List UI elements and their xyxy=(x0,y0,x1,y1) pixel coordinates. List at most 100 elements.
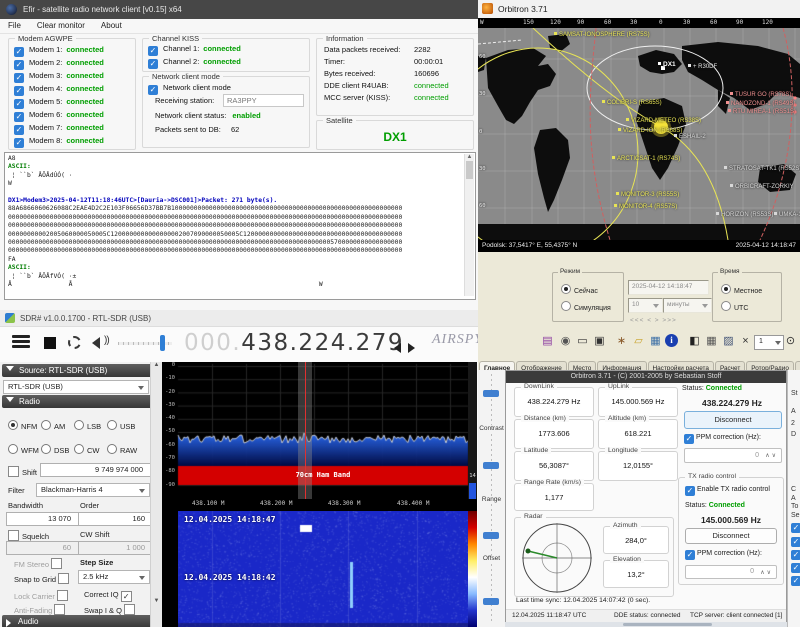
mode-radio[interactable]: WFM xyxy=(8,444,41,455)
horizontal-scrollbar[interactable] xyxy=(505,622,800,627)
frequency-step-arrows[interactable] xyxy=(394,340,415,358)
tx-disconnect-button[interactable]: Disconnect xyxy=(685,528,777,544)
bandwidth-value[interactable]: 13 070▴▾ xyxy=(6,512,86,526)
toolbar-icon[interactable]: ∗ xyxy=(614,334,629,349)
squelch-value[interactable]: 60▴▾ xyxy=(6,541,86,555)
checkbox-checked[interactable]: ✓ xyxy=(791,523,800,533)
checkbox-checked[interactable]: ✓ xyxy=(791,550,800,560)
shift-checkbox[interactable]: Shift xyxy=(8,466,37,477)
tx-ppm-spinner[interactable]: 0∧∨ xyxy=(685,565,777,579)
sdr-titlebar[interactable]: SDR# v1.0.0.1700 - RTL-SDR (USB) xyxy=(0,310,478,327)
satellite-label[interactable]: RTU MIREA-1 (RS51S) xyxy=(728,109,796,115)
toolbar-icon[interactable]: ▦ xyxy=(648,334,663,349)
time-nav-buttons[interactable]: <<< < > >>> xyxy=(630,317,677,324)
panel-scrollbar[interactable]: ▲▼ xyxy=(150,362,162,627)
toolbar-icon[interactable]: i xyxy=(665,334,678,347)
satellite-label[interactable]: STRATOSAT-TK1 (RS52S) xyxy=(724,166,800,172)
mode-radio[interactable]: CW xyxy=(74,444,107,455)
radio-simulation[interactable]: Симуляция xyxy=(561,301,611,312)
spectrum-display[interactable]: 0-10-20-30-40-50-60-70-80-90 70cm Ham Ba… xyxy=(162,362,477,511)
satellite-label[interactable]: ESHAIL-2 xyxy=(674,134,706,140)
menu-item[interactable]: Clear monitor xyxy=(29,19,93,30)
audio-section-header[interactable]: Audio xyxy=(2,615,152,627)
radio-section-header[interactable]: Radio xyxy=(2,395,152,408)
satellite-label[interactable]: COLIBRI-S (RS65S) xyxy=(602,100,662,106)
source-select[interactable]: RTL-SDR (USB) xyxy=(3,380,149,394)
mode-radio[interactable]: USB xyxy=(107,420,140,431)
mode-radio[interactable]: NFM xyxy=(8,420,41,431)
correct-iq-checkbox[interactable]: Correct IQ ✓ xyxy=(84,590,135,602)
lock-carrier-checkbox[interactable]: Lock Carrier xyxy=(14,590,71,601)
checkbox-checked[interactable]: ✓ xyxy=(791,576,800,586)
order-value[interactable]: 160▴▾ xyxy=(78,512,160,526)
radio-local-time[interactable]: Местное xyxy=(721,284,762,295)
tx-ppm-checkbox[interactable]: ✓ PPM correction (Hz): xyxy=(685,550,762,560)
frequency-display[interactable]: 000.438.224.279 xyxy=(184,330,404,356)
slider-handle[interactable] xyxy=(483,462,499,469)
mode-radio[interactable]: LSB xyxy=(74,420,107,431)
mode-radio[interactable]: DSB xyxy=(41,444,74,455)
satellite-label[interactable]: SAMSAT-IONOSPHERE (RS75S) xyxy=(554,32,650,38)
snap-to-grid-checkbox[interactable]: Snap to Grid xyxy=(14,573,72,584)
checkbox-checked[interactable]: ✓ xyxy=(148,59,158,69)
volume-slider-thumb[interactable] xyxy=(160,335,165,351)
radio-now[interactable]: Сейчас xyxy=(561,284,598,295)
satellite-label[interactable]: TUSUR GO (RS78S) xyxy=(730,92,791,98)
satellite-label[interactable]: MONITOR-4 (RS57S) xyxy=(614,204,677,210)
satellite-label[interactable]: DX1 xyxy=(658,61,676,68)
toolbar-icon[interactable]: ▤ xyxy=(540,334,555,349)
menu-item[interactable]: File xyxy=(0,19,29,30)
satellite-label[interactable]: + R30DF xyxy=(688,64,717,70)
satellite-label[interactable]: ORBICRAFT-ZORKIY xyxy=(730,184,794,190)
waterfall-display[interactable]: 12.04.2025 14:18:47 12.04.2025 14:18:42 xyxy=(162,511,477,627)
receiving-station-input[interactable]: RA3PPY xyxy=(223,94,304,107)
fm-stereo-checkbox[interactable]: FM Stereo xyxy=(14,558,65,569)
toolbar-icon[interactable]: ▨ xyxy=(721,334,736,349)
checkbox-checked[interactable]: ✓ xyxy=(791,537,800,547)
radio-utc[interactable]: UTC xyxy=(721,301,748,312)
toolbar-icon[interactable]: ▦ xyxy=(704,334,719,349)
checkbox-checked[interactable]: ✓ xyxy=(14,138,24,148)
satellite-label[interactable]: MONITOR-3 (RS55S) xyxy=(616,192,679,198)
tx-enable-checkbox[interactable]: ✓ Enable TX radio control xyxy=(685,486,770,496)
toolbar-icon[interactable]: ▣ xyxy=(592,334,607,349)
rotor-titlebar[interactable]: Orbitron 3.71 - (C) 2001-2005 by Sebasti… xyxy=(506,371,786,383)
swap-iq-checkbox[interactable]: Swap I & Q xyxy=(84,604,138,615)
rx-ppm-checkbox[interactable]: ✓ PPM correction (Hz): xyxy=(684,434,761,444)
source-section-header[interactable]: Source: RTL-SDR (USB) xyxy=(2,364,152,377)
shift-value[interactable]: 9 749 974 000▴▾ xyxy=(40,463,158,477)
waterfall-gradient-bar[interactable] xyxy=(468,511,477,627)
satellite-label[interactable]: UMKA-1 (RS40S) xyxy=(774,212,800,218)
checkbox-checked[interactable]: ✓ xyxy=(148,85,158,95)
slider-handle[interactable] xyxy=(483,532,499,539)
step-size-select[interactable]: 2.5 kHz xyxy=(78,570,150,584)
speaker-icon[interactable] xyxy=(92,337,100,349)
datetime-field[interactable]: 2025-04-12 14:18:47 xyxy=(628,280,709,295)
efir-titlebar[interactable]: Efir - satellite radio network client [v… xyxy=(0,0,478,19)
toolbar-icon[interactable]: ▭ xyxy=(575,334,590,349)
map-zoom-select[interactable]: 1 xyxy=(754,335,784,350)
rx-disconnect-button[interactable]: Disconnect xyxy=(684,411,782,429)
step-unit-select[interactable]: минуты xyxy=(663,298,712,313)
menu-icon[interactable] xyxy=(12,335,30,349)
menu-item[interactable]: About xyxy=(93,19,130,30)
satellite-label[interactable]: VIZARD-METEO (RS38S) xyxy=(626,118,701,124)
rx-ppm-spinner[interactable]: 0∧∨ xyxy=(684,448,782,463)
checkbox-checked[interactable]: ✓ xyxy=(791,563,800,573)
toolbar-icon[interactable]: ◉ xyxy=(558,334,573,349)
satellite-label[interactable]: HORIZON (RS53S) xyxy=(716,212,773,218)
filter-select[interactable]: Blackman-Harris 4 xyxy=(36,483,150,497)
toolbar-icon[interactable]: ⊙ xyxy=(783,334,798,349)
cw-shift-value[interactable]: 1 000▴▾ xyxy=(78,541,160,555)
gear-icon[interactable] xyxy=(68,336,81,349)
world-map[interactable]: 603003060 SAMSAT-IONOSPHERE (RS75S)DX1+ … xyxy=(478,28,800,240)
toolbar-icon[interactable]: ◧ xyxy=(687,334,702,349)
terminal-scrollbar[interactable]: ▲ xyxy=(464,154,474,296)
slider-handle[interactable] xyxy=(483,390,499,397)
mode-radio[interactable]: RAW xyxy=(107,444,140,455)
toolbar-icon[interactable]: × xyxy=(738,334,753,349)
orbitron-titlebar[interactable]: Orbitron 3.71 xyxy=(478,0,800,19)
toolbar-icon[interactable]: ▱ xyxy=(631,334,646,349)
satellite-label[interactable]: ARCTICSAT-1 (RS74S) xyxy=(612,156,680,162)
step-value-select[interactable]: 10 xyxy=(628,298,663,313)
